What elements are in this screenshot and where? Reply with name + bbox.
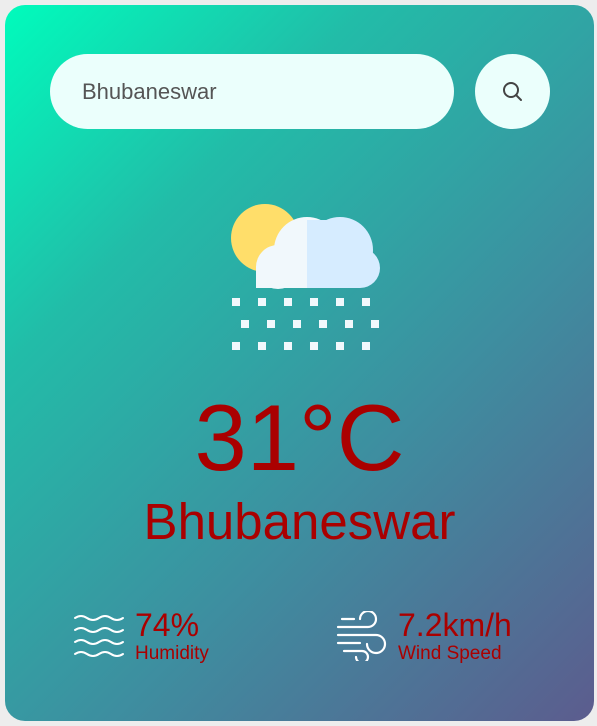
search-icon bbox=[502, 81, 522, 101]
wind-detail: 7.2km/h Wind Speed bbox=[336, 609, 512, 663]
humidity-label: Humidity bbox=[135, 643, 209, 664]
search-input[interactable] bbox=[50, 54, 454, 129]
humidity-detail: 74% Humidity bbox=[73, 609, 209, 663]
partly-cloudy-snow-icon bbox=[220, 200, 380, 352]
temperature: 31°C bbox=[194, 385, 405, 490]
humidity-value: 74% bbox=[135, 607, 200, 643]
humidity-waves-icon bbox=[73, 612, 125, 660]
wind-label: Wind Speed bbox=[398, 643, 502, 664]
wind-icon bbox=[336, 611, 388, 661]
wind-value: 7.2km/h bbox=[398, 607, 512, 643]
search-button[interactable] bbox=[475, 54, 550, 129]
weather-card: 31°C Bhubaneswar 74% Humidity bbox=[5, 5, 594, 721]
city-name: Bhubaneswar bbox=[143, 493, 456, 550]
